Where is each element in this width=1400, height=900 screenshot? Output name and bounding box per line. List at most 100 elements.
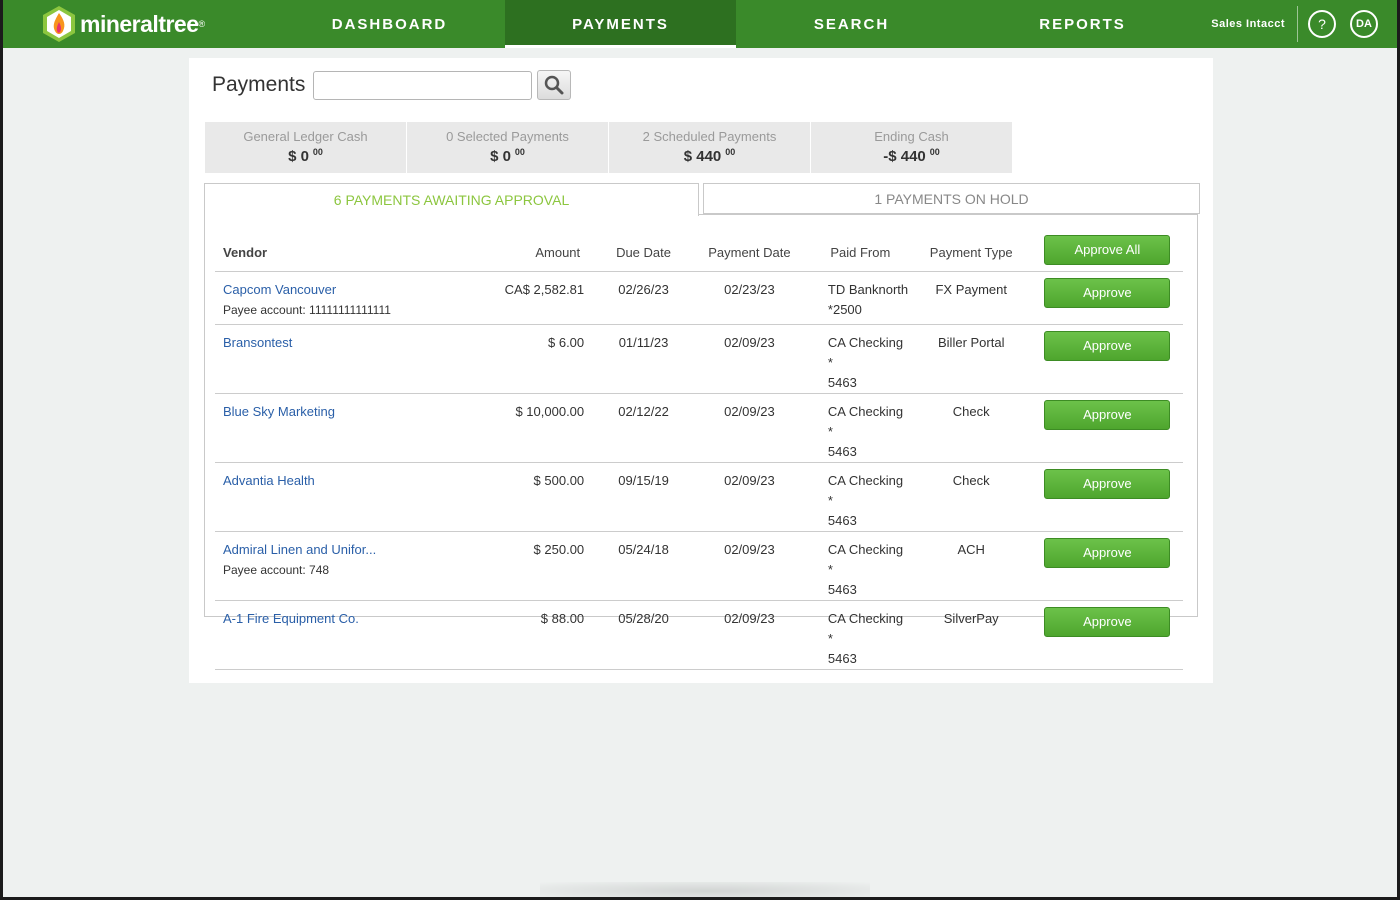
top-navigation: mineraltree ® DASHBOARD PAYMENTS SEARCH R… [0, 0, 1400, 48]
payment-date-cell: 02/09/23 [688, 531, 810, 601]
paid-from-account: CA Checking * [827, 541, 904, 577]
paid-from-account: CA Checking * [827, 472, 904, 508]
payee-account: Payee account: 748 [223, 562, 330, 577]
vendor-cell: Admiral Linen and Unifor... Payee accoun… [215, 531, 488, 601]
payment-date-cell: 02/09/23 [688, 462, 810, 532]
summary-value: -$ 440 00 [811, 147, 1012, 165]
paid-from-cell: CA Checking * 5463 [809, 600, 911, 670]
vendor-link[interactable]: Blue Sky Marketing [223, 402, 487, 422]
header-amount[interactable]: Amount [487, 235, 599, 272]
header-actions: Approve All [1031, 234, 1183, 272]
header-payment-date[interactable]: Payment Date [688, 235, 810, 272]
summary-selected-payments: 0 Selected Payments $ 0 00 [407, 122, 608, 173]
search-icon [545, 75, 564, 95]
table-row: Bransontest $ 6.00 01/11/23 02/09/23 CA … [215, 324, 1183, 394]
vendor-link[interactable]: Capcom Vancouver [223, 280, 487, 300]
due-date-cell: 01/11/23 [598, 324, 689, 394]
action-cell: Approve [1031, 271, 1183, 325]
paid-from-number: *2500 [827, 301, 862, 317]
action-cell: Approve [1031, 600, 1183, 670]
header-paid-from[interactable]: Paid From [809, 235, 911, 272]
table-row: Capcom Vancouver Payee account: 11111111… [215, 271, 1183, 325]
header-due-date[interactable]: Due Date [598, 235, 689, 272]
nav-search[interactable]: SEARCH [736, 0, 967, 48]
paid-from-account: CA Checking * [827, 610, 904, 646]
table-header-row: Vendor Amount Due Date Payment Date Paid… [215, 234, 1183, 272]
vendor-cell: Capcom Vancouver Payee account: 11111111… [215, 271, 488, 325]
summary-value: $ 440 00 [609, 147, 810, 165]
payment-type-cell: ACH [910, 531, 1032, 601]
approve-button[interactable]: Approve [1044, 399, 1171, 430]
summary-label: General Ledger Cash [243, 129, 368, 144]
organization-switcher[interactable]: Sales Intacct [1211, 6, 1298, 42]
nav-reports[interactable]: REPORTS [967, 0, 1198, 48]
search-input[interactable] [313, 70, 533, 100]
vendor-link[interactable]: Bransontest [223, 333, 487, 353]
amount-cell: $ 88.00 [487, 600, 599, 670]
vendor-link[interactable]: Admiral Linen and Unifor... [223, 540, 487, 560]
payment-type-cell: FX Payment [910, 271, 1032, 325]
summary-label: Ending Cash [874, 129, 949, 144]
summary-amount: $ 0 [288, 148, 309, 165]
summary-scheduled-payments: 2 Scheduled Payments $ 440 00 [609, 122, 810, 173]
amount-cell: $ 10,000.00 [487, 393, 599, 463]
table-row: Blue Sky Marketing $ 10,000.00 02/12/22 … [215, 393, 1183, 463]
payee-account: Payee account: 11111111111111 [223, 302, 391, 317]
cash-summary: General Ledger Cash $ 0 00 0 Selected Pay… [205, 122, 1013, 173]
paid-from-account: TD Banknorth [827, 281, 909, 297]
nav-right-group: Sales Intacct ? DA [1211, 0, 1400, 48]
paid-from-cell: CA Checking * 5463 [809, 393, 911, 463]
payment-type-cell: Check [910, 393, 1032, 463]
vendor-link[interactable]: A-1 Fire Equipment Co. [223, 609, 487, 629]
scroll-shadow [540, 882, 870, 900]
paid-from-number: 5463 [827, 512, 857, 528]
payments-panel: Payments General Ledger Cash $ 0 00 0 Sel… [189, 58, 1213, 683]
payments-table: Vendor Amount Due Date Payment Date Paid… [215, 234, 1183, 670]
approve-button[interactable]: Approve [1044, 330, 1171, 361]
due-date-cell: 02/26/23 [598, 271, 689, 325]
approve-button[interactable]: Approve [1044, 606, 1171, 637]
help-icon[interactable]: ? [1308, 10, 1336, 38]
approve-all-button[interactable]: Approve All [1044, 234, 1171, 265]
approve-button[interactable]: Approve [1044, 277, 1171, 308]
approve-button[interactable]: Approve [1044, 537, 1171, 568]
payment-type-cell: Biller Portal [910, 324, 1032, 394]
header-vendor[interactable]: Vendor [215, 235, 488, 272]
action-cell: Approve [1031, 462, 1183, 532]
paid-from-number: 5463 [827, 581, 857, 597]
paid-from-account: CA Checking * [827, 334, 904, 370]
table-row: A-1 Fire Equipment Co. $ 88.00 05/28/20 … [215, 600, 1183, 670]
table-row: Advantia Health $ 500.00 09/15/19 02/09/… [215, 462, 1183, 532]
awaiting-approval-content: Vendor Amount Due Date Payment Date Paid… [204, 214, 1198, 670]
vendor-cell: Bransontest [215, 324, 488, 394]
due-date-cell: 09/15/19 [598, 462, 689, 532]
summary-ending-cash: Ending Cash -$ 440 00 [811, 122, 1012, 173]
page-title: Payments [212, 73, 306, 96]
action-cell: Approve [1031, 324, 1183, 394]
vendor-cell: A-1 Fire Equipment Co. [215, 600, 488, 670]
search-button[interactable] [537, 70, 572, 100]
payment-date-cell: 02/09/23 [688, 600, 810, 670]
tab-on-hold[interactable]: 1 PAYMENTS ON HOLD [703, 183, 1200, 214]
summary-amount: $ 440 [683, 148, 722, 165]
summary-cents: 00 [312, 147, 323, 157]
summary-value: $ 0 00 [205, 147, 406, 165]
paid-from-cell: CA Checking * 5463 [809, 324, 911, 394]
vendor-cell: Advantia Health [215, 462, 488, 532]
brand-logo[interactable]: mineraltree ® [0, 0, 274, 48]
user-avatar[interactable]: DA [1350, 10, 1378, 38]
paid-from-cell: CA Checking * 5463 [809, 531, 911, 601]
vendor-link[interactable]: Advantia Health [223, 471, 487, 491]
nav-dashboard[interactable]: DASHBOARD [274, 0, 505, 48]
vendor-cell: Blue Sky Marketing [215, 393, 488, 463]
amount-cell: $ 250.00 [487, 531, 599, 601]
summary-label: 2 Scheduled Payments [642, 129, 777, 144]
tab-awaiting-approval[interactable]: 6 PAYMENTS AWAITING APPROVAL [204, 183, 699, 216]
nav-payments[interactable]: PAYMENTS [505, 0, 736, 48]
approve-button[interactable]: Approve [1044, 468, 1171, 499]
header-payment-type[interactable]: Payment Type [910, 235, 1032, 272]
amount-cell: $ 500.00 [487, 462, 599, 532]
summary-cents: 00 [929, 147, 940, 157]
summary-amount: $ 0 [490, 148, 511, 165]
payment-type-cell: Check [910, 462, 1032, 532]
